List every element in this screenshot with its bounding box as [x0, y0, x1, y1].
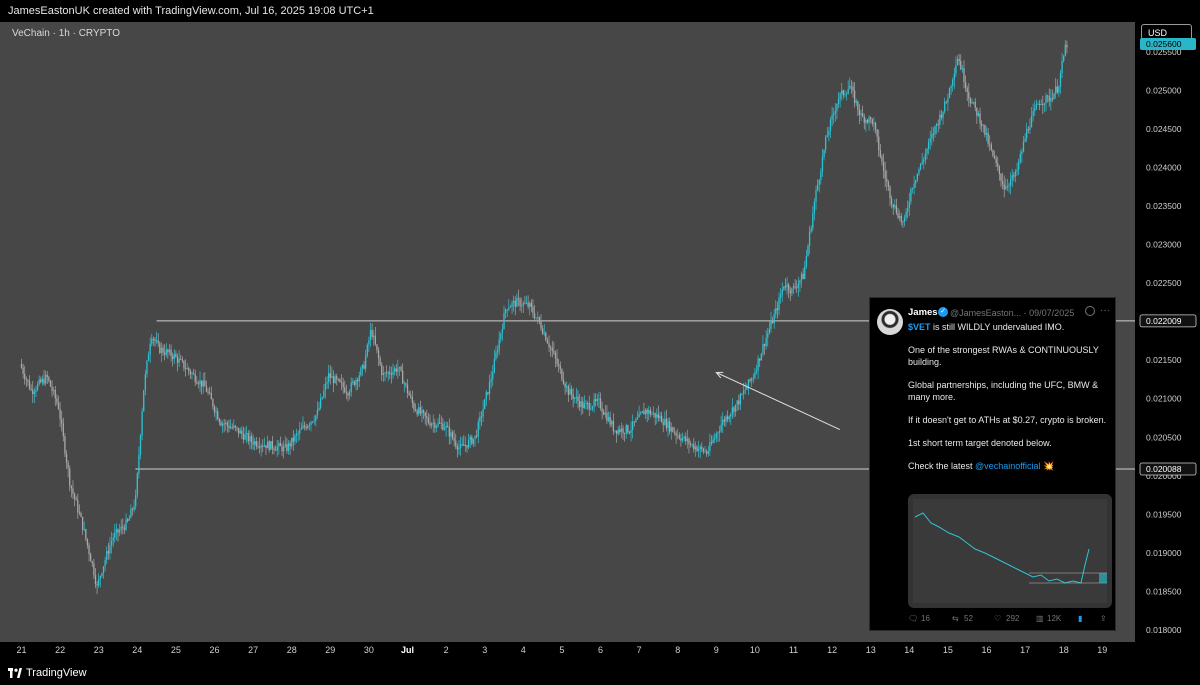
thumbnail-chart [913, 499, 1107, 603]
reply-icon[interactable]: 🗨︎ [908, 614, 918, 623]
tweet-author-name[interactable]: James [908, 307, 938, 318]
tweet-check-text: Check the latest [908, 461, 976, 471]
views-icon[interactable]: ▥ [1036, 614, 1044, 623]
repost-count: 52 [964, 614, 973, 623]
chart-credit: JamesEastonUK created with TradingView.c… [8, 5, 374, 17]
verified-icon: ✓ [938, 307, 948, 317]
bottom-bar [0, 662, 1200, 685]
tweet-card[interactable]: James ✓ @JamesEaston... · 09/07/2025 ···… [869, 297, 1116, 631]
views-count: 12K [1047, 614, 1062, 623]
tweet-paragraph-5: 1st short term target denoted below. [908, 438, 1052, 448]
repost-icon[interactable]: ⇆ [952, 614, 959, 623]
more-options-icon[interactable]: ··· [1100, 305, 1110, 316]
collision-emoji: 💥 [1043, 461, 1055, 471]
grok-icon[interactable] [1085, 306, 1095, 316]
reply-count: 16 [921, 614, 930, 623]
like-count: 292 [1006, 614, 1020, 623]
tweet-media-thumbnail[interactable] [908, 494, 1112, 608]
tweet-handle-date[interactable]: @JamesEaston... · 09/07/2025 [950, 308, 1074, 318]
time-axis[interactable] [0, 642, 1135, 662]
bookmark-icon[interactable]: ▮ [1078, 614, 1082, 623]
top-bar: JamesEastonUK created with TradingView.c… [0, 0, 1200, 22]
tweet-paragraph-2: One of the strongest RWAs & CONTINUOUSLY… [908, 345, 1099, 367]
tradingview-logo-icon[interactable] [8, 668, 22, 678]
tweet-paragraph-3: Global partnerships, including the UFC, … [908, 380, 1099, 402]
avatar[interactable] [877, 309, 903, 335]
currency-button[interactable]: USD [1141, 24, 1192, 40]
price-axis[interactable] [1135, 22, 1200, 642]
tweet-text: $VET is still WILDLY undervalued IMO. On… [908, 321, 1108, 483]
tweet-line-1: is still WILDLY undervalued IMO. [930, 322, 1065, 332]
cashtag[interactable]: $VET [908, 322, 931, 332]
like-icon[interactable]: ♡ [994, 614, 1001, 623]
tweet-paragraph-4: If it doesn't get to ATHs at $0.27, cryp… [908, 415, 1107, 425]
mention-link[interactable]: @vechainofficial [975, 461, 1041, 471]
tweet-actions: 🗨︎ 16 ⇆ 52 ♡ 292 ▥ 12K ▮ ⇪ [908, 614, 1113, 626]
share-icon[interactable]: ⇪ [1100, 614, 1107, 623]
symbol-label: VeChain · 1h · CRYPTO [12, 28, 121, 39]
tradingview-brand[interactable]: TradingView [26, 667, 87, 679]
